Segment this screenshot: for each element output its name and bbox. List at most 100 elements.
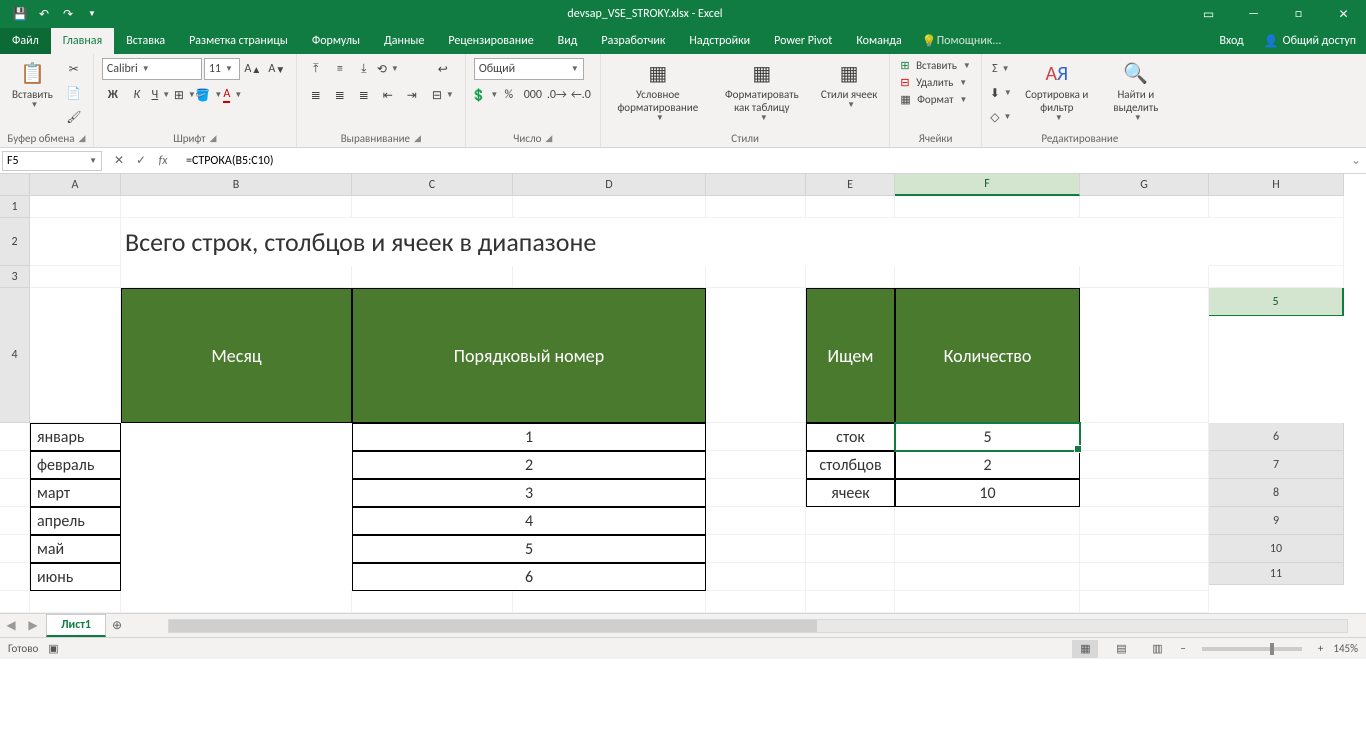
dialog-launcher-icon[interactable]: ◢ [78, 133, 85, 144]
cell[interactable] [0, 591, 30, 613]
add-sheet-button[interactable]: ⊕ [106, 618, 128, 633]
italic-button[interactable]: К [126, 84, 148, 106]
tab-powerpivot[interactable]: Power Pivot [762, 28, 844, 54]
tab-view[interactable]: Вид [546, 28, 590, 54]
cell[interactable] [0, 507, 30, 535]
cell[interactable] [121, 266, 352, 288]
cell[interactable] [806, 507, 895, 535]
cell-styles-button[interactable]: ▦ Стили ячеек▼ [815, 56, 884, 111]
bold-button[interactable]: Ж [102, 84, 124, 106]
table2-header-search[interactable]: Ищем [806, 288, 895, 423]
find-select-button[interactable]: 🔍 Найти и выделить▼ [1100, 56, 1172, 124]
cell[interactable] [1209, 218, 1344, 266]
cell[interactable] [0, 535, 30, 563]
font-size-combo[interactable]: 11▼ [204, 58, 240, 80]
zoom-in-button[interactable]: + [1318, 642, 1323, 655]
table-cell[interactable]: 3 [352, 479, 706, 507]
cell[interactable] [895, 563, 1080, 591]
cell[interactable] [0, 563, 30, 591]
cell[interactable] [895, 266, 1080, 288]
paste-button[interactable]: 📋 Вставить ▼ [6, 56, 59, 111]
cell[interactable] [1080, 563, 1209, 591]
table-cell[interactable]: 2 [895, 451, 1080, 479]
table-cell[interactable]: 10 [895, 479, 1080, 507]
row-header-10[interactable]: 10 [1209, 535, 1344, 563]
increase-font-button[interactable]: A▲ [242, 58, 264, 80]
tab-data[interactable]: Данные [372, 28, 436, 54]
cell[interactable] [806, 591, 895, 613]
row-header-6[interactable]: 6 [1209, 423, 1344, 451]
table-cell[interactable]: январь [30, 423, 121, 451]
cell[interactable] [895, 196, 1080, 218]
row-header-2[interactable]: 2 [0, 218, 30, 266]
align-center-button[interactable]: ≣ [329, 84, 351, 106]
copy-button[interactable]: 📄 [63, 82, 85, 104]
conditional-formatting-button[interactable]: ▦ Условное форматирование▼ [607, 56, 709, 124]
cell[interactable] [1080, 288, 1209, 423]
zoom-level[interactable]: 145% [1333, 642, 1358, 655]
enter-formula-button[interactable]: ✓ [130, 151, 152, 171]
tab-pagelayout[interactable]: Разметка страницы [177, 28, 300, 54]
cell[interactable] [352, 591, 513, 613]
col-header-H[interactable]: H [1209, 174, 1344, 196]
font-name-combo[interactable]: Calibri▼ [102, 58, 202, 80]
table-cell[interactable]: ячеек [806, 479, 895, 507]
row-header-9[interactable]: 9 [1209, 507, 1344, 535]
orientation-button[interactable]: ⟲▼ [377, 58, 399, 80]
formula-input[interactable]: =СТРОКА(B5:C10) [180, 151, 1346, 171]
tab-formulas[interactable]: Формулы [300, 28, 372, 54]
table1-header-number[interactable]: Порядковый номер [352, 288, 706, 423]
cell[interactable] [121, 591, 352, 613]
cell[interactable] [1080, 423, 1209, 451]
cell[interactable] [895, 507, 1080, 535]
cell[interactable] [1080, 479, 1209, 507]
cell[interactable] [706, 507, 806, 535]
col-header-E[interactable]: E [806, 174, 895, 196]
sheet-title[interactable]: Всего строк, столбцов и ячеек в диапазон… [121, 218, 1209, 266]
row-header-7[interactable]: 7 [1209, 451, 1344, 479]
cell[interactable] [513, 591, 706, 613]
table-cell[interactable]: 4 [352, 507, 706, 535]
align-left-button[interactable]: ≣ [305, 84, 327, 106]
select-all-corner[interactable] [0, 174, 30, 196]
qat-customize-icon[interactable]: ▼ [80, 2, 104, 26]
cell[interactable] [706, 591, 806, 613]
normal-view-button[interactable]: ▦ [1072, 640, 1098, 658]
fx-button[interactable]: fx [152, 151, 174, 171]
col-header-D[interactable]: D [513, 174, 706, 196]
cell[interactable] [352, 196, 513, 218]
cell[interactable] [513, 266, 706, 288]
cell[interactable] [1209, 266, 1344, 288]
table-cell[interactable]: апрель [30, 507, 121, 535]
insert-cells-button[interactable]: ⊞ Вставить▼ [898, 58, 972, 73]
cell[interactable] [806, 535, 895, 563]
sign-in-link[interactable]: Вход [1209, 28, 1253, 54]
format-painter-button[interactable]: 🖌 [63, 106, 85, 128]
autosave-icon[interactable]: 💾 [8, 2, 32, 26]
prev-sheet-button[interactable]: ◀ [0, 615, 22, 637]
tab-developer[interactable]: Разработчик [589, 28, 677, 54]
table1-header-month[interactable]: Месяц [121, 288, 352, 423]
table-cell[interactable]: 6 [352, 563, 706, 591]
tab-home[interactable]: Главная [51, 28, 114, 54]
decrease-indent-button[interactable]: ⇤ [377, 84, 399, 106]
cell[interactable] [0, 423, 30, 451]
tab-insert[interactable]: Вставка [114, 28, 177, 54]
tab-addins[interactable]: Надстройки [677, 28, 762, 54]
table-cell[interactable]: 1 [352, 423, 706, 451]
align-right-button[interactable]: ≣ [353, 84, 375, 106]
dialog-launcher-icon[interactable]: ◢ [414, 133, 421, 144]
horizontal-scrollbar[interactable] [168, 619, 1348, 633]
tab-file[interactable]: Файл [0, 28, 51, 54]
next-sheet-button[interactable]: ▶ [22, 615, 44, 637]
comma-format-button[interactable]: 000 [522, 84, 544, 106]
dialog-launcher-icon[interactable]: ◢ [545, 133, 552, 144]
cell[interactable] [806, 563, 895, 591]
col-header-DE-gap[interactable] [706, 174, 806, 196]
cell[interactable] [30, 288, 121, 423]
row-header-1[interactable]: 1 [0, 196, 30, 218]
cell[interactable] [352, 266, 513, 288]
pagebreak-view-button[interactable]: ▥ [1144, 640, 1170, 658]
ribbon-options-icon[interactable]: ▭ [1186, 0, 1231, 28]
cell[interactable] [1080, 196, 1209, 218]
